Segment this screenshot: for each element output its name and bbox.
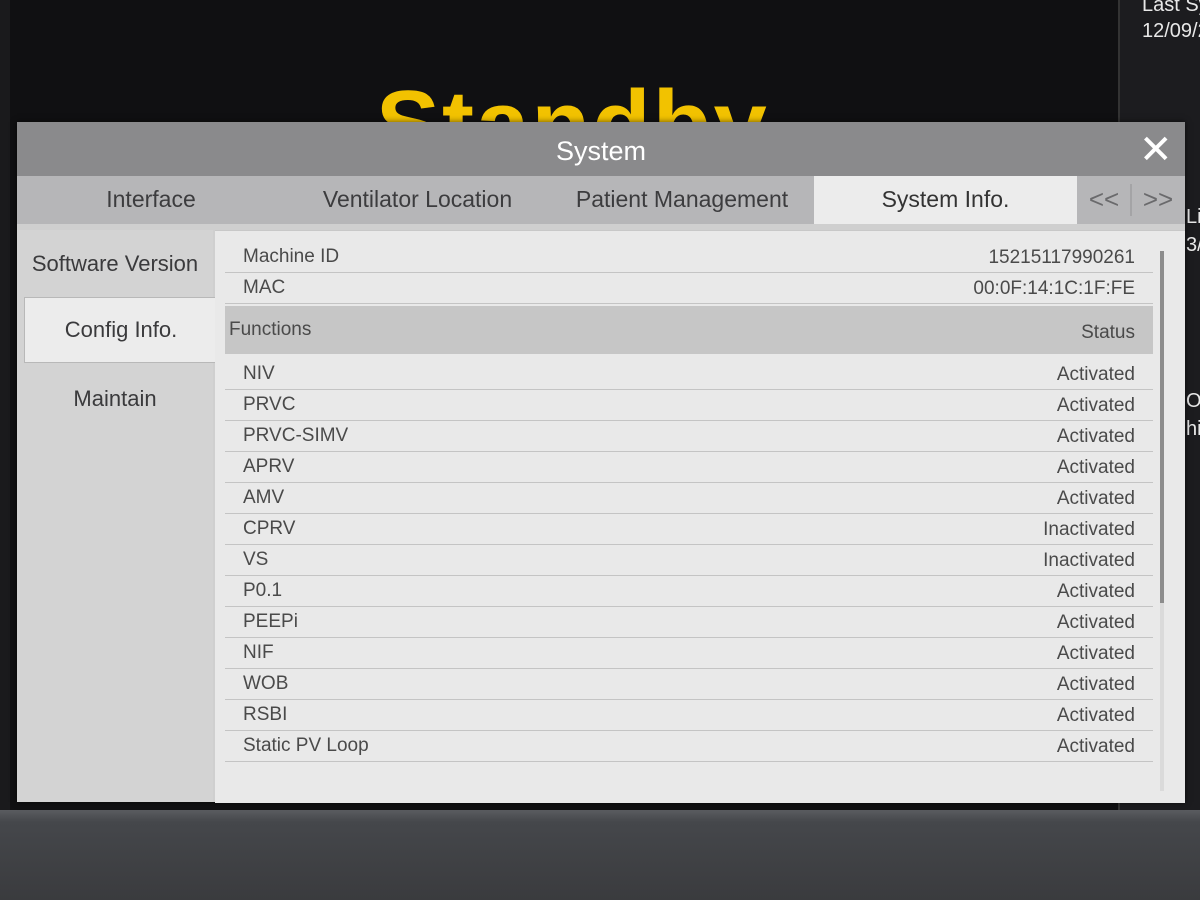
info-value: 00:0F:14:1C:1F:FE xyxy=(973,278,1135,299)
function-name: Static PV Loop xyxy=(243,735,369,756)
function-name: APRV xyxy=(243,456,295,477)
function-row: NIV Activated xyxy=(225,358,1153,390)
info-value: 15215117990261 xyxy=(988,247,1135,268)
function-row: PEEPi Activated xyxy=(225,606,1153,638)
function-status: Activated xyxy=(1056,364,1135,385)
tab-system-info[interactable]: System Info. xyxy=(814,176,1077,224)
tab-bar: Interface Ventilator Location Patient Ma… xyxy=(17,176,1185,224)
info-row: MAC 00:0F:14:1C:1F:FE xyxy=(225,272,1153,304)
right-panel-text: O2 xyxy=(1186,390,1200,412)
function-status: Activated xyxy=(1056,643,1135,664)
function-row: AMV Activated xyxy=(225,482,1153,514)
function-row: NIF Activated xyxy=(225,637,1153,669)
function-name: P0.1 xyxy=(243,580,283,601)
function-name: VS xyxy=(243,549,269,570)
right-panel-text: hi xyxy=(1186,418,1200,440)
system-dialog: System ✕ Interface Ventilator Location P… xyxy=(17,122,1185,803)
function-status: Activated xyxy=(1056,705,1135,726)
function-name: NIF xyxy=(243,642,274,663)
function-status: Activated xyxy=(1056,457,1135,478)
function-row: CPRV Inactivated xyxy=(225,513,1153,545)
function-name: CPRV xyxy=(243,518,296,539)
function-row: WOB Activated xyxy=(225,668,1153,700)
function-name: RSBI xyxy=(243,704,288,725)
side-item-software-version[interactable]: Software Version xyxy=(17,232,213,296)
function-row: Static PV Loop Activated xyxy=(225,730,1153,762)
function-name: PRVC-SIMV xyxy=(243,425,349,446)
function-row: PRVC Activated xyxy=(225,389,1153,421)
function-row: APRV Activated xyxy=(225,451,1153,483)
function-status: Activated xyxy=(1056,736,1135,757)
standby-label: Standby xyxy=(376,71,769,126)
function-name: NIV xyxy=(243,363,275,384)
info-label: MAC xyxy=(243,277,286,298)
dialog-title-bar: System ✕ xyxy=(17,122,1185,176)
right-panel-text: Lir xyxy=(1186,206,1200,228)
right-panel-text: 12/09/2 xyxy=(1142,20,1200,42)
function-name: WOB xyxy=(243,673,289,694)
function-status: Activated xyxy=(1056,612,1135,633)
side-item-maintain[interactable]: Maintain xyxy=(17,367,213,431)
function-status: Activated xyxy=(1056,426,1135,447)
function-row: RSBI Activated xyxy=(225,699,1153,731)
function-status: Inactivated xyxy=(1043,519,1135,540)
tab-interface[interactable]: Interface xyxy=(17,176,285,224)
right-panel-text: 3/2 xyxy=(1186,234,1200,256)
tab-patient-management[interactable]: Patient Management xyxy=(550,176,814,224)
function-row: VS Inactivated xyxy=(225,544,1153,576)
function-row: P0.1 Activated xyxy=(225,575,1153,607)
function-name: AMV xyxy=(243,487,285,508)
function-name: PRVC xyxy=(243,394,296,415)
functions-header: Functions Status xyxy=(225,306,1153,354)
function-status: Activated xyxy=(1056,581,1135,602)
side-nav: Software Version Config Info. Maintain xyxy=(17,230,217,802)
bezel-left xyxy=(0,0,10,810)
info-label: Machine ID xyxy=(243,246,340,267)
function-name: PEEPi xyxy=(243,611,298,632)
function-status: Activated xyxy=(1056,395,1135,416)
scrollbar[interactable] xyxy=(1160,251,1164,791)
config-info-panel: Machine ID 15215117990261 MAC 00:0F:14:1… xyxy=(215,230,1185,803)
next-tabs-icon[interactable]: >> xyxy=(1131,176,1185,224)
bezel-bottom xyxy=(0,810,1200,900)
side-item-config-info[interactable]: Config Info. xyxy=(24,297,217,363)
functions-column-header: Functions xyxy=(229,319,312,340)
tab-ventilator-location[interactable]: Ventilator Location xyxy=(285,176,550,224)
status-column-header: Status xyxy=(1081,322,1135,343)
right-panel-text: Last Sy xyxy=(1142,0,1200,16)
function-status: Inactivated xyxy=(1043,550,1135,571)
function-status: Activated xyxy=(1056,674,1135,695)
prev-tabs-icon[interactable]: << xyxy=(1077,176,1131,224)
function-status: Activated xyxy=(1056,488,1135,509)
dialog-title: System xyxy=(555,136,647,166)
info-row: Machine ID 15215117990261 xyxy=(225,241,1153,273)
function-row: PRVC-SIMV Activated xyxy=(225,420,1153,452)
close-icon[interactable]: ✕ xyxy=(1139,130,1173,170)
scrollbar-thumb[interactable] xyxy=(1160,251,1164,603)
